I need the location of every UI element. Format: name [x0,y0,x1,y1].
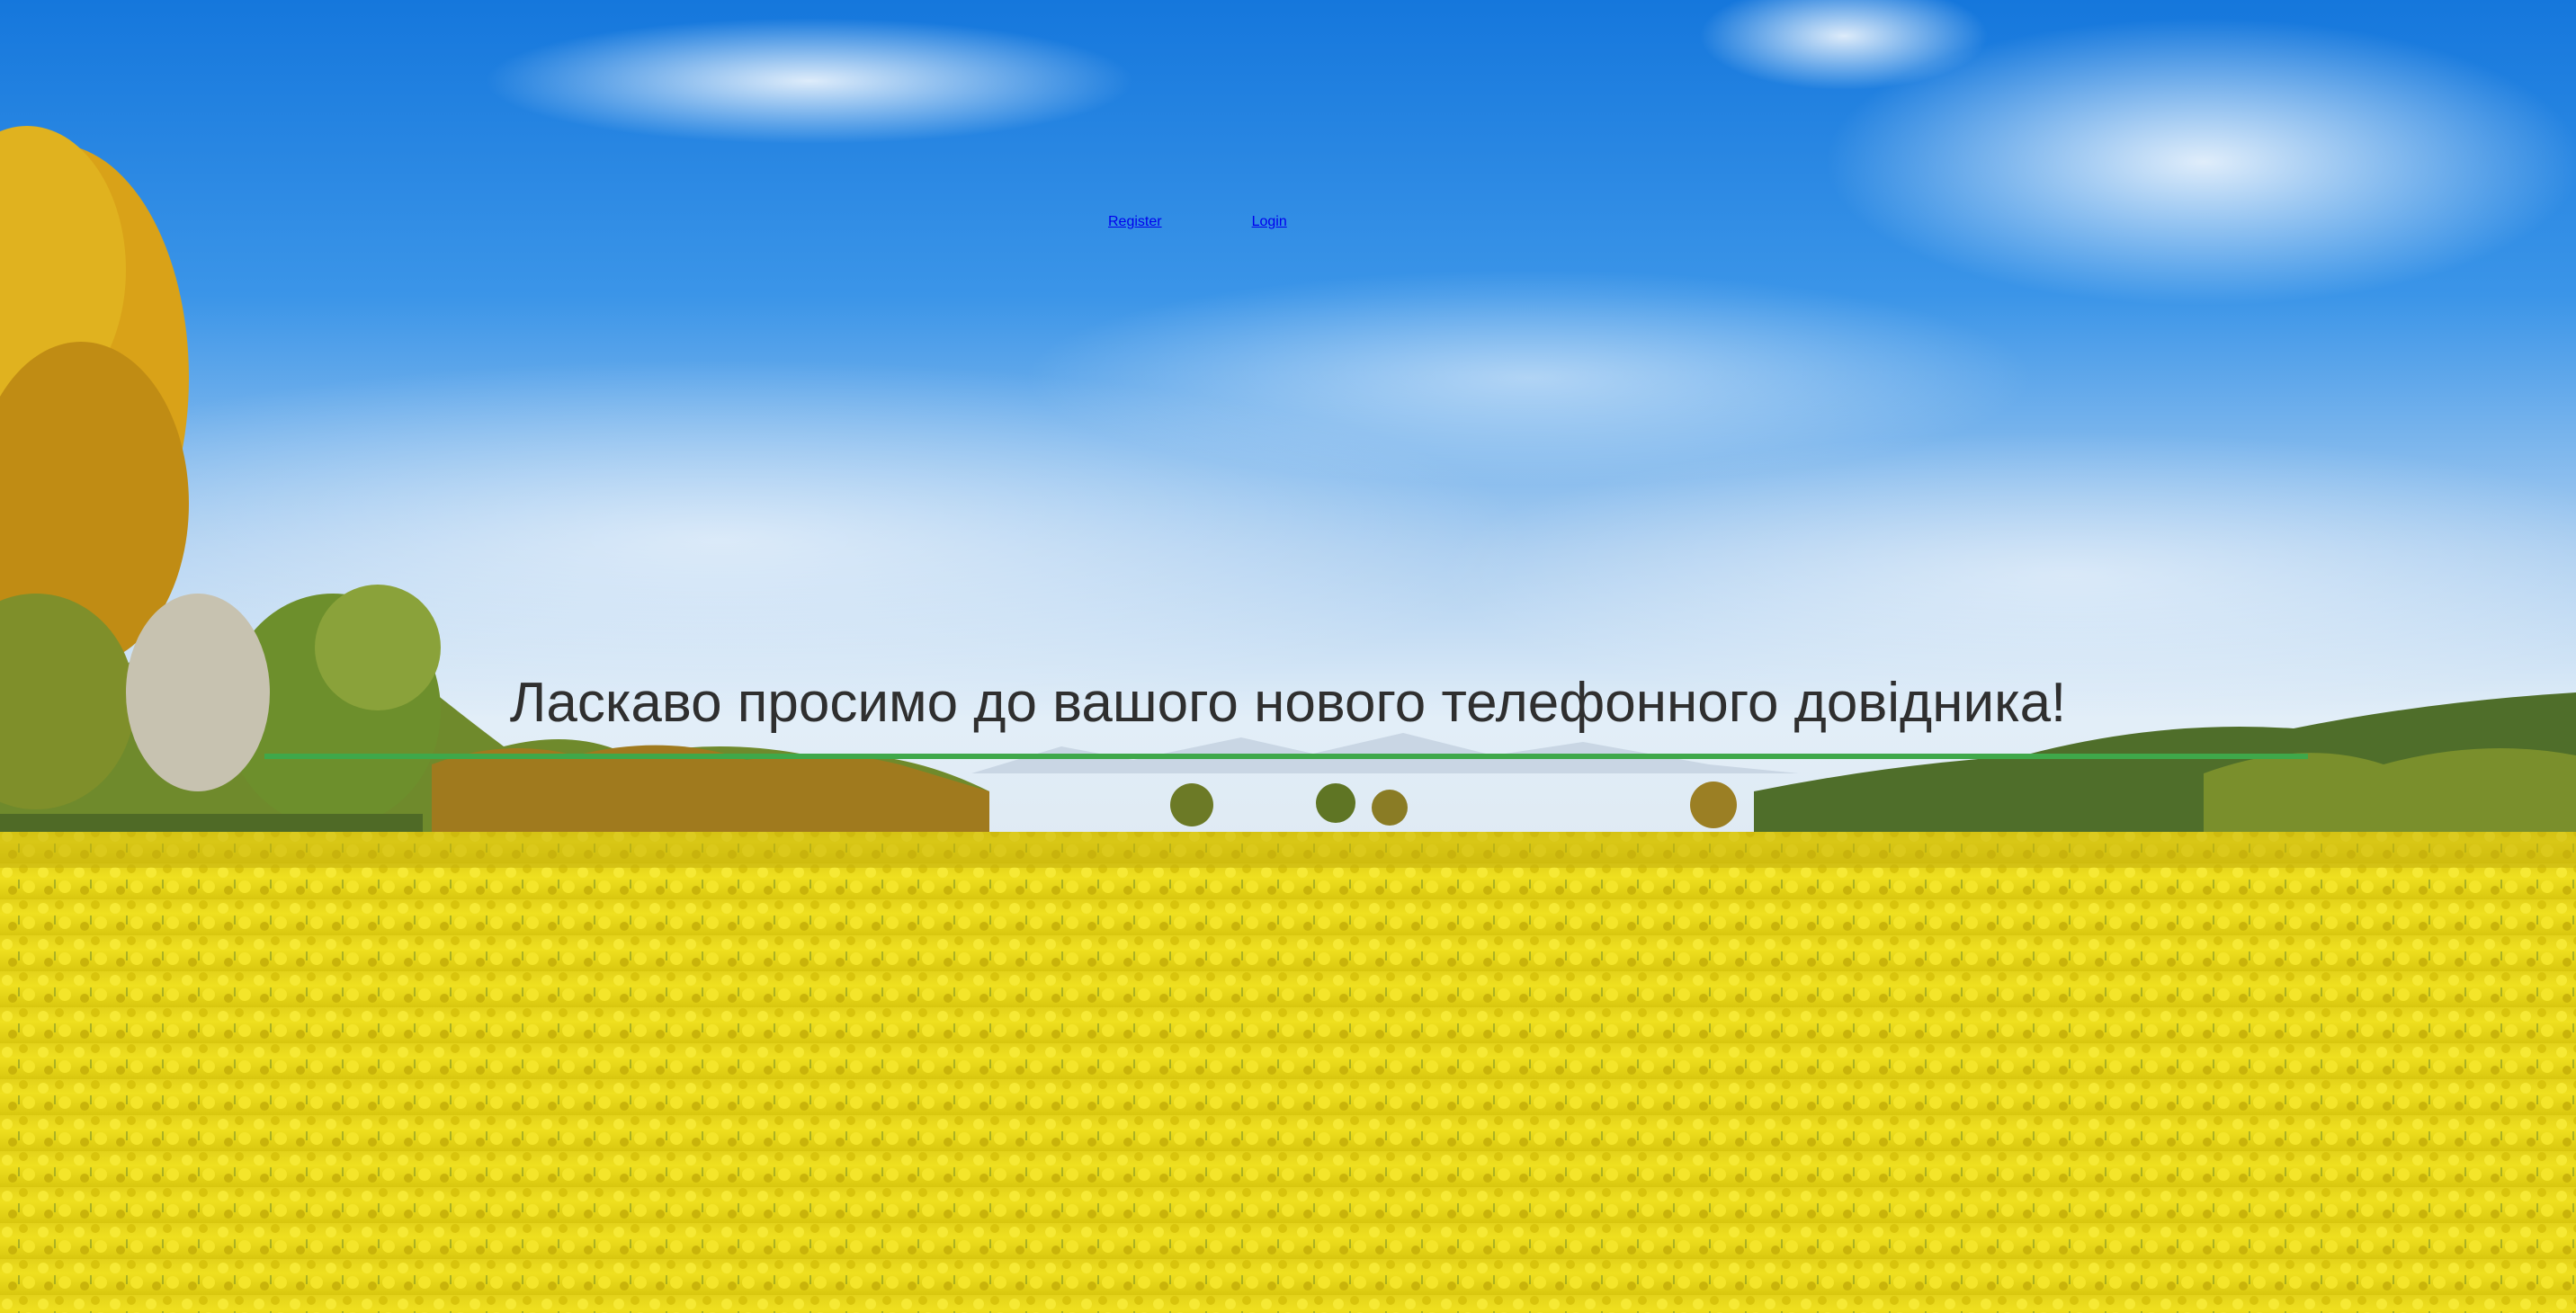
heading-underline [264,754,2308,759]
hero-section: Ласкаво просимо до вашого нового телефон… [0,667,2576,739]
home-page: Register Login Ласкаво просимо до вашого… [0,0,2576,1313]
top-navigation: Register Login [1108,214,1287,230]
register-link[interactable]: Register [1108,214,1162,230]
welcome-heading: Ласкаво просимо до вашого нового телефон… [509,672,2067,734]
login-link[interactable]: Login [1252,214,1287,230]
landscape-background-image [0,0,2576,1313]
